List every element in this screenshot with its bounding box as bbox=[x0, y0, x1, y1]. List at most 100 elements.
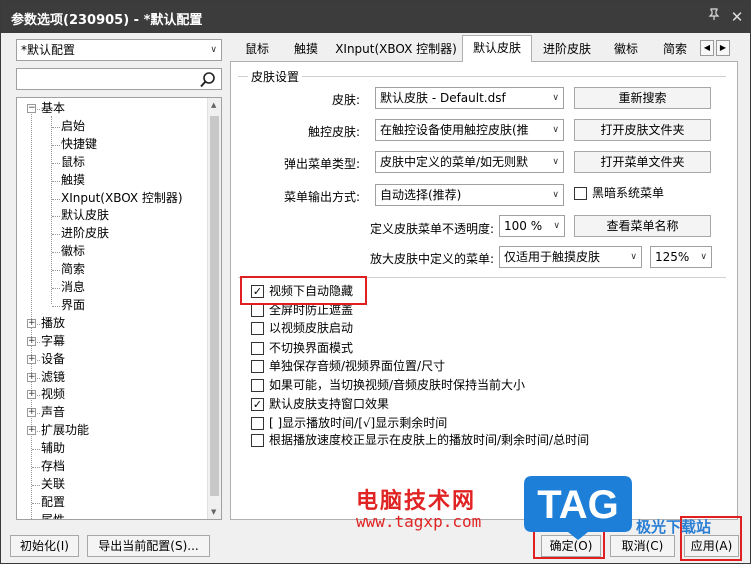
tree-item[interactable]: 基本 bbox=[41, 100, 65, 117]
option-label: 全屏时防止遮盖 bbox=[269, 303, 354, 317]
checkbox-box[interactable] bbox=[251, 434, 264, 447]
chevron-down-icon: ∨ bbox=[700, 252, 707, 262]
tree-item[interactable]: 默认皮肤 bbox=[61, 207, 109, 224]
tree-item-label: 触摸 bbox=[61, 172, 86, 187]
menu-output-select[interactable]: 自动选择(推荐) ∨ bbox=[375, 184, 564, 206]
tree-item[interactable]: 属性 bbox=[41, 512, 65, 519]
checkbox-box[interactable] bbox=[251, 342, 264, 355]
tree-item[interactable]: 界面 bbox=[61, 297, 85, 314]
pin-icon[interactable] bbox=[704, 7, 724, 27]
touch-skin-select[interactable]: 在触控设备使用触控皮肤(推 ∨ bbox=[375, 119, 564, 141]
tree-item-label: 徽标 bbox=[61, 244, 86, 259]
tree-item[interactable]: 关联 bbox=[41, 476, 65, 493]
tree-item[interactable]: 设备 bbox=[41, 351, 65, 368]
view-menu-names-button[interactable]: 查看菜单名称 bbox=[574, 215, 711, 237]
tree-item-label: 存档 bbox=[41, 459, 66, 473]
expand-icon[interactable]: + bbox=[27, 354, 36, 364]
chevron-down-icon: ∨ bbox=[630, 252, 637, 262]
init-button[interactable]: 初始化(I) bbox=[10, 535, 79, 557]
collapse-icon[interactable]: − bbox=[27, 104, 36, 113]
export-config-button[interactable]: 导出当前配置(S)... bbox=[87, 535, 210, 557]
tree-item[interactable]: 触摸 bbox=[61, 172, 85, 189]
option-checkbox[interactable]: [ ]显示播放时间/[√]显示剩余时间 bbox=[251, 415, 447, 432]
svg-text:TAG: TAG bbox=[537, 483, 618, 527]
tree-item-label: 鼠标 bbox=[61, 154, 86, 169]
window-title: 参数选项(230905) - *默认配置 bbox=[11, 13, 203, 28]
tree-item[interactable]: 滤镜 bbox=[41, 369, 65, 386]
tab-1[interactable]: 触摸 bbox=[288, 37, 324, 61]
tree-item[interactable]: 鼠标 bbox=[61, 154, 85, 171]
option-checkbox[interactable]: 不切换界面模式 bbox=[251, 340, 353, 357]
close-icon[interactable]: ✕ bbox=[727, 7, 747, 27]
expand-icon[interactable]: + bbox=[27, 336, 36, 346]
zoom-menu-label: 放大皮肤中定义的菜单: bbox=[369, 252, 494, 266]
tree-item[interactable]: 配置 bbox=[41, 494, 65, 511]
tree-item[interactable]: 启始 bbox=[61, 118, 85, 135]
option-checkbox[interactable]: ✓ 默认皮肤支持窗口效果 bbox=[251, 396, 389, 413]
checkbox-checked-icon[interactable]: ✓ bbox=[251, 398, 264, 411]
tree-item-label: 关联 bbox=[41, 476, 66, 491]
open-skin-folder-button[interactable]: 打开皮肤文件夹 bbox=[574, 119, 711, 141]
tree-item-label: 进阶皮肤 bbox=[61, 226, 110, 241]
profile-select[interactable]: *默认配置 ∨ bbox=[16, 39, 222, 61]
tab-6[interactable]: 简索 bbox=[655, 37, 695, 61]
tab-2[interactable]: XInput(XBOX 控制器) bbox=[334, 37, 458, 61]
checkbox-box[interactable] bbox=[251, 417, 264, 430]
expand-icon[interactable]: + bbox=[27, 408, 36, 418]
tab-0[interactable]: 鼠标 bbox=[240, 37, 274, 61]
option-checkbox[interactable]: 如果可能，当切换视频/音频皮肤时保持当前大小 bbox=[251, 377, 525, 394]
open-menu-folder-button[interactable]: 打开菜单文件夹 bbox=[574, 151, 711, 173]
option-checkbox[interactable]: 以视频皮肤启动 bbox=[251, 320, 353, 337]
tab-3[interactable]: 默认皮肤 bbox=[462, 35, 532, 62]
expand-icon[interactable]: + bbox=[27, 318, 36, 328]
settings-tree[interactable]: 基本 − 启始 快捷键 鼠标触摸 XInput(XBOX 控制器) 默认皮肤进阶皮肤徽标简索… bbox=[16, 97, 222, 520]
zoom-menu-select[interactable]: 仅适用于触摸皮肤 ∨ bbox=[499, 246, 642, 268]
watermark-partner: 极光下载站 bbox=[636, 518, 712, 536]
checkbox-box[interactable] bbox=[574, 187, 587, 200]
tree-item[interactable]: 视频 bbox=[41, 386, 65, 403]
option-checkbox[interactable]: 单独保存音频/视频界面位置/尺寸 bbox=[251, 358, 445, 375]
chevron-down-icon: ∨ bbox=[552, 190, 559, 200]
popup-menu-select[interactable]: 皮肤中定义的菜单/如无则默 ∨ bbox=[375, 151, 564, 173]
opacity-select[interactable]: 100 % ∨ bbox=[499, 215, 565, 237]
option-label: 不切换界面模式 bbox=[269, 341, 354, 355]
zoom-percent-select[interactable]: 125% ∨ bbox=[650, 246, 712, 268]
tree-item[interactable]: 声音 bbox=[41, 404, 65, 421]
expand-icon[interactable]: + bbox=[27, 372, 36, 382]
option-checkbox[interactable]: 根据播放速度校正显示在皮肤上的播放时间/剩余时间/总时间 bbox=[251, 432, 589, 449]
tree-item[interactable]: 辅助 bbox=[41, 440, 65, 457]
expand-icon[interactable]: + bbox=[27, 390, 36, 400]
tree-scrollbar[interactable]: ▲ ▼ bbox=[207, 98, 221, 519]
tree-item[interactable]: 播放 bbox=[41, 315, 65, 332]
tree-item[interactable]: XInput(XBOX 控制器) bbox=[61, 190, 183, 207]
popup-menu-label: 弹出菜单类型: bbox=[283, 157, 360, 171]
tree-item-label: 声音 bbox=[41, 405, 66, 420]
tree-item[interactable]: 存档 bbox=[41, 458, 65, 475]
checkbox-box[interactable] bbox=[251, 379, 264, 392]
tab-5[interactable]: 徽标 bbox=[608, 37, 644, 61]
rescan-button[interactable]: 重新搜索 bbox=[574, 87, 711, 109]
tree-item-label: XInput(XBOX 控制器) bbox=[61, 190, 183, 205]
search-icon[interactable] bbox=[199, 71, 217, 89]
tab-4[interactable]: 进阶皮肤 bbox=[535, 37, 599, 61]
profile-select-value: *默认配置 bbox=[21, 43, 76, 57]
tree-item[interactable]: 扩展功能 bbox=[41, 422, 89, 439]
tree-item[interactable]: 消息 bbox=[61, 279, 85, 296]
tree-item[interactable]: 字幕 bbox=[41, 333, 65, 350]
tab-scroll-left-icon[interactable]: ◀ bbox=[700, 40, 714, 56]
checkbox-box[interactable] bbox=[251, 322, 264, 335]
checkbox-box[interactable] bbox=[251, 360, 264, 373]
tree-item[interactable]: 徽标 bbox=[61, 243, 85, 260]
tree-item[interactable]: 快捷键 bbox=[61, 136, 97, 153]
tab-scroll-right-icon[interactable]: ▶ bbox=[716, 40, 730, 56]
title-bar[interactable]: 参数选项(230905) - *默认配置 ✕ bbox=[1, 1, 750, 33]
option-label: 根据播放速度校正显示在皮肤上的播放时间/剩余时间/总时间 bbox=[269, 433, 590, 447]
dark-system-menu-checkbox[interactable]: 黑暗系统菜单 bbox=[574, 185, 664, 202]
tree-item[interactable]: 进阶皮肤 bbox=[61, 225, 109, 242]
tree-item[interactable]: 简索 bbox=[61, 261, 85, 278]
checkbox-box[interactable] bbox=[251, 304, 264, 317]
search-input[interactable] bbox=[16, 68, 222, 90]
scrollbar-thumb[interactable] bbox=[210, 116, 219, 496]
expand-icon[interactable]: + bbox=[27, 426, 36, 436]
skin-select[interactable]: 默认皮肤 - Default.dsf ∨ bbox=[375, 87, 564, 109]
